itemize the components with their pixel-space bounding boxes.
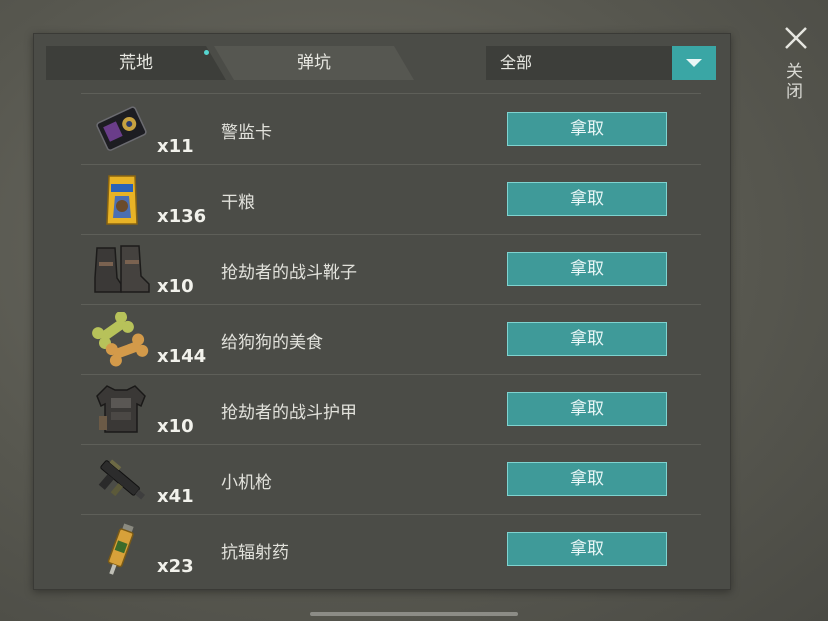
item-name: 抢劫者的战斗护甲	[221, 403, 357, 423]
item-name: 抗辐射药	[221, 543, 289, 563]
take-button[interactable]: 拿取	[507, 462, 667, 496]
dry-food-bag-icon	[91, 172, 151, 227]
dropdown-toggle-button[interactable]	[672, 46, 716, 80]
item-count: x144	[157, 346, 207, 367]
anti-radiation-syringe-icon	[91, 522, 151, 577]
item-list[interactable]: x11 警监卡 拿取 x136 干粮 拿取 x10 抢劫者的战斗靴子 拿取 x1…	[81, 94, 701, 584]
list-item: x10 抢劫者的战斗护甲 拿取	[81, 374, 701, 445]
take-button[interactable]: 拿取	[507, 322, 667, 356]
list-item: x10 抢劫者的战斗靴子 拿取	[81, 234, 701, 305]
list-item: x11 警监卡 拿取	[81, 94, 701, 165]
item-name: 小机枪	[221, 473, 272, 493]
dog-treat-bone-icon	[91, 311, 151, 367]
take-button[interactable]: 拿取	[507, 392, 667, 426]
item-name: 抢劫者的战斗靴子	[221, 263, 357, 283]
list-item: x144 给狗狗的美食 拿取	[81, 304, 701, 375]
chevron-down-icon	[686, 59, 702, 67]
tab-label: 弹坑	[297, 53, 331, 73]
list-item: x23 抗辐射药 拿取	[81, 514, 701, 584]
combat-boots-icon	[91, 242, 151, 297]
close-icon[interactable]	[784, 26, 808, 50]
tab-label: 荒地	[119, 53, 153, 73]
notification-dot	[204, 50, 209, 55]
item-count: x10	[157, 416, 194, 437]
location-tabs: 荒地 弹坑	[46, 46, 414, 80]
take-button[interactable]: 拿取	[507, 112, 667, 146]
item-count: x136	[157, 206, 207, 227]
take-button[interactable]: 拿取	[507, 252, 667, 286]
combat-armor-icon	[91, 382, 151, 437]
police-card-icon	[91, 102, 151, 157]
take-button[interactable]: 拿取	[507, 532, 667, 566]
home-indicator	[310, 612, 518, 616]
small-machine-gun-icon	[91, 452, 151, 507]
item-count: x23	[157, 556, 194, 577]
filter-selected-value: 全部	[500, 53, 533, 72]
item-count: x10	[157, 276, 194, 297]
item-name: 干粮	[221, 193, 255, 213]
item-count: x41	[157, 486, 194, 507]
item-name: 给狗狗的美食	[221, 333, 323, 353]
tab-crater[interactable]: 弹坑	[214, 46, 414, 80]
list-item: x41 小机枪 拿取	[81, 444, 701, 515]
list-item: x136 干粮 拿取	[81, 164, 701, 235]
item-count: x11	[157, 136, 194, 157]
close-label[interactable]: 关闭	[786, 62, 806, 102]
item-name: 警监卡	[221, 123, 272, 143]
category-filter-dropdown[interactable]: 全部	[486, 46, 716, 80]
tab-wasteland[interactable]: 荒地	[46, 46, 226, 80]
take-button[interactable]: 拿取	[507, 182, 667, 216]
